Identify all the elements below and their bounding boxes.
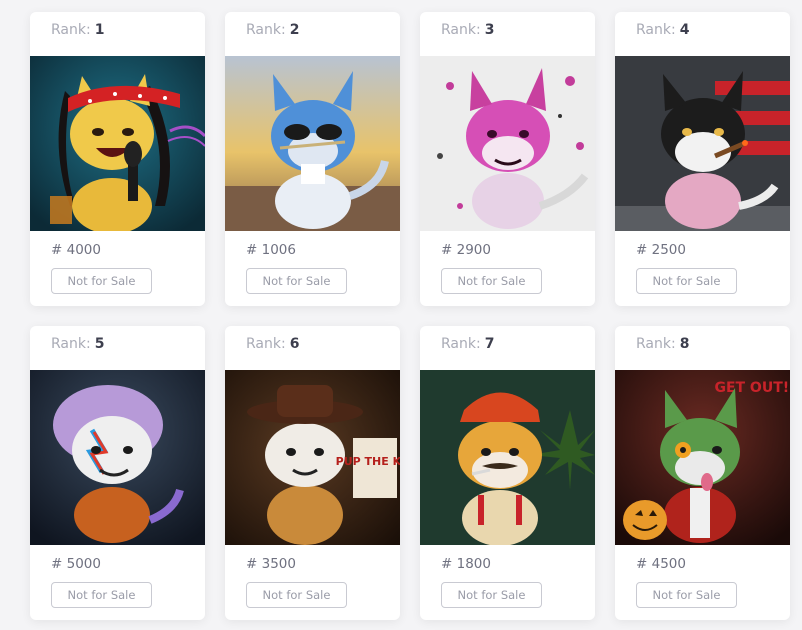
nft-card[interactable]: Rank: 4 # 2500 Not for Sale — [615, 12, 790, 306]
token-number: # 5000 — [51, 556, 101, 572]
nft-card[interactable]: Rank:6 PUP THE KID # 3500 Not for Sale — [225, 326, 400, 620]
nft-image[interactable] — [615, 56, 790, 231]
rank-label: Rank: 3 — [441, 22, 495, 38]
not-for-sale-button[interactable]: Not for Sale — [636, 582, 737, 608]
not-for-sale-button[interactable]: Not for Sale — [441, 268, 542, 294]
rank-label: Rank: 4 — [636, 22, 690, 38]
token-number: # 1800 — [441, 556, 491, 572]
nft-image[interactable] — [30, 370, 205, 545]
rank-label: Rank: 6 — [246, 336, 300, 352]
rank-label: Rank: 1 — [51, 22, 105, 38]
nft-card[interactable]: Rank: 3 # 2900 Not for Sale — [420, 12, 595, 306]
rank-value: 8 — [679, 336, 690, 352]
nft-image[interactable]: PUP THE KID — [225, 370, 400, 545]
token-number: # 4000 — [51, 242, 101, 258]
rank-value: 1 — [94, 22, 105, 38]
token-number: # 1006 — [246, 242, 296, 258]
nft-image[interactable] — [225, 56, 400, 231]
rank-label: Rank: 7 — [441, 336, 495, 352]
not-for-sale-button[interactable]: Not for Sale — [246, 268, 347, 294]
token-number: # 2900 — [441, 242, 491, 258]
rank-label: Rank: 5 — [51, 336, 105, 352]
nft-image[interactable] — [420, 370, 595, 545]
rank-value: 7 — [484, 336, 495, 352]
nft-card[interactable]: Rank: 8 GET OUT!! # 4500 Not for Sale — [615, 326, 790, 620]
nft-card[interactable]: Rank: 5 # 5000 Not for Sale — [30, 326, 205, 620]
rank-value: 5 — [94, 336, 105, 352]
nft-card[interactable]: Rank: 1 # 4000 Not for Sale — [30, 12, 205, 306]
token-number: # 2500 — [636, 242, 686, 258]
rank-label: Rank: 8 — [636, 336, 690, 352]
nft-image[interactable] — [30, 56, 205, 231]
token-number: # 3500 — [246, 556, 296, 572]
not-for-sale-button[interactable]: Not for Sale — [51, 582, 152, 608]
nft-card[interactable]: Rank: 2 # 1006 Not for Sale — [225, 12, 400, 306]
rank-value: 4 — [679, 22, 690, 38]
not-for-sale-button[interactable]: Not for Sale — [441, 582, 542, 608]
nft-image[interactable] — [420, 56, 595, 231]
rank-value: 3 — [484, 22, 495, 38]
token-number: # 4500 — [636, 556, 686, 572]
not-for-sale-button[interactable]: Not for Sale — [636, 268, 737, 294]
sign-text: GET OUT!! — [714, 380, 790, 396]
nft-card[interactable]: Rank: 7 # 1800 Not for Sale — [420, 326, 595, 620]
sign-text: PUP THE KID — [336, 455, 400, 468]
rank-value: 6 — [289, 336, 300, 352]
nft-image[interactable]: GET OUT!! — [615, 370, 790, 545]
not-for-sale-button[interactable]: Not for Sale — [246, 582, 347, 608]
not-for-sale-button[interactable]: Not for Sale — [51, 268, 152, 294]
rank-label: Rank: 2 — [246, 22, 300, 38]
rank-value: 2 — [289, 22, 300, 38]
